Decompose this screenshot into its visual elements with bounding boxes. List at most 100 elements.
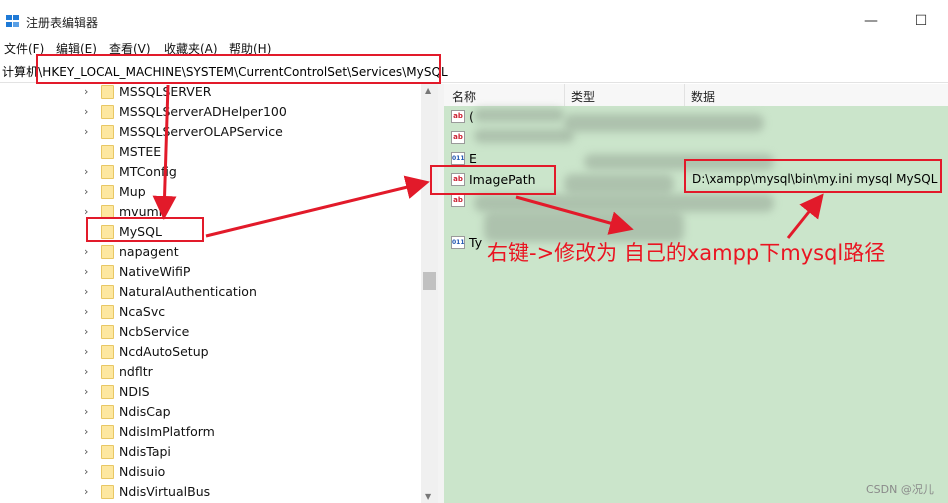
regedit-app-icon xyxy=(6,15,20,28)
folder-icon xyxy=(101,445,114,459)
chevron-right-icon[interactable]: › xyxy=(84,85,88,98)
chevron-right-icon[interactable]: › xyxy=(84,485,88,498)
values-pane[interactable]: 名称 类型 数据 ab ( ab 011 E ab ImagePath D:\x… xyxy=(444,84,948,503)
tree-item-label: NcdAutoSetup xyxy=(119,344,209,359)
chevron-right-icon[interactable]: › xyxy=(84,265,88,278)
redacted-region xyxy=(474,129,574,143)
string-value-icon: ab xyxy=(451,110,465,123)
chevron-right-icon[interactable]: › xyxy=(84,345,88,358)
chevron-right-icon[interactable]: › xyxy=(84,185,88,198)
redacted-region xyxy=(474,108,564,122)
tree-item[interactable]: › MSSQLSERVER xyxy=(0,84,420,102)
tree-item-label: NdisTapi xyxy=(119,444,171,459)
tree-item-label: ndfltr xyxy=(119,364,153,379)
tree-item[interactable]: › NdisTapi xyxy=(0,442,420,462)
tree-item[interactable]: › mvumi xyxy=(0,202,420,222)
registry-key-tree[interactable]: › MSSQLSERVER › MSSQLServerADHelper100 › MS… xyxy=(0,84,438,503)
tree-item-label: MSSQLServerOLAPService xyxy=(119,124,283,139)
string-value-icon: ab xyxy=(451,194,465,207)
highlight-address-box xyxy=(36,54,441,84)
tree-item-label: NcaSvc xyxy=(119,304,166,319)
folder-icon xyxy=(101,345,114,359)
tree-item-label: MSSQLServerADHelper100 xyxy=(119,104,287,119)
tree-item-label: Ndisuio xyxy=(119,464,166,479)
tree-item-label: MSTEE xyxy=(119,144,162,159)
chevron-right-icon[interactable]: › xyxy=(84,285,88,298)
chevron-right-icon[interactable]: › xyxy=(84,165,88,178)
tree-item[interactable]: › napagent xyxy=(0,242,420,262)
tree-item-label: NaturalAuthentication xyxy=(119,284,257,299)
chevron-right-icon[interactable]: › xyxy=(84,425,88,438)
string-value-icon: ab xyxy=(451,131,465,144)
scroll-up-arrow-icon[interactable]: ▲ xyxy=(425,86,431,95)
folder-icon xyxy=(101,145,114,159)
maximize-button[interactable]: ☐ xyxy=(906,10,936,32)
chevron-right-icon[interactable]: › xyxy=(84,365,88,378)
tree-item-label: NcbService xyxy=(119,324,190,339)
tree-item[interactable]: › Mup xyxy=(0,182,420,202)
binary-value-icon: 011 xyxy=(451,236,465,249)
folder-icon xyxy=(101,425,114,439)
highlight-data-box xyxy=(684,159,942,193)
tree-item[interactable]: › NdisImPlatform xyxy=(0,422,420,442)
column-header-name[interactable]: 名称 xyxy=(444,84,565,106)
minimize-button[interactable]: — xyxy=(856,10,886,32)
folder-icon xyxy=(101,125,114,139)
tree-item[interactable]: MSTEE xyxy=(0,142,420,162)
tree-item-label: NDIS xyxy=(119,384,150,399)
tree-item[interactable]: › NaturalAuthentication xyxy=(0,282,420,302)
tree-item[interactable]: › NativeWifiP xyxy=(0,262,420,282)
scrollbar-thumb[interactable] xyxy=(423,272,436,290)
tree-item-label: MTConfig xyxy=(119,164,177,179)
folder-icon xyxy=(101,285,114,299)
chevron-right-icon[interactable]: › xyxy=(84,245,88,258)
tree-item[interactable]: › Ndisuio xyxy=(0,462,420,482)
chevron-right-icon[interactable]: › xyxy=(84,105,88,118)
folder-icon xyxy=(101,165,114,179)
folder-icon xyxy=(101,325,114,339)
tree-item[interactable]: › MSSQLServerADHelper100 xyxy=(0,102,420,122)
folder-icon xyxy=(101,85,114,99)
highlight-imagepath-box xyxy=(430,165,556,195)
chevron-right-icon[interactable]: › xyxy=(84,125,88,138)
folder-icon xyxy=(101,465,114,479)
folder-icon xyxy=(101,385,114,399)
tree-item[interactable]: › MTConfig xyxy=(0,162,420,182)
value-name: ( xyxy=(469,109,474,124)
tree-item-mysql[interactable]: MySQL xyxy=(0,222,420,242)
redacted-region xyxy=(564,114,764,132)
tree-item[interactable]: › NcdAutoSetup xyxy=(0,342,420,362)
chevron-right-icon[interactable]: › xyxy=(84,305,88,318)
window-title: 注册表编辑器 xyxy=(26,16,99,30)
folder-icon xyxy=(101,365,114,379)
tree-item[interactable]: › NDIS xyxy=(0,382,420,402)
tree-item-label: NdisCap xyxy=(119,404,171,419)
chevron-right-icon[interactable]: › xyxy=(84,405,88,418)
value-name: Ty xyxy=(469,235,483,250)
watermark: CSDN @况儿 xyxy=(866,483,934,496)
chevron-right-icon[interactable]: › xyxy=(84,325,88,338)
tree-item-label: MSSQLSERVER xyxy=(119,84,212,99)
chevron-right-icon[interactable]: › xyxy=(84,445,88,458)
binary-value-icon: 011 xyxy=(451,152,465,165)
tree-item[interactable]: › MSSQLServerOLAPService xyxy=(0,122,420,142)
folder-icon xyxy=(101,405,114,419)
tree-scrollbar[interactable]: ▲ ▼ xyxy=(421,84,438,503)
tree-item[interactable]: › NdisCap xyxy=(0,402,420,422)
value-name: E xyxy=(469,151,477,166)
chevron-right-icon[interactable]: › xyxy=(84,465,88,478)
annotation-text: 右键->修改为 自己的xampp下mysql路径 xyxy=(487,241,886,265)
chevron-right-icon[interactable]: › xyxy=(84,385,88,398)
tree-item[interactable]: › NdisVirtualBus xyxy=(0,482,420,502)
tree-item[interactable]: › NcbService xyxy=(0,322,420,342)
folder-icon xyxy=(101,305,114,319)
scroll-down-arrow-icon[interactable]: ▼ xyxy=(425,492,431,501)
tree-item-label: NativeWifiP xyxy=(119,264,191,279)
tree-item-label: napagent xyxy=(119,244,179,259)
tree-item[interactable]: › NcaSvc xyxy=(0,302,420,322)
tree-item-label: NdisVirtualBus xyxy=(119,484,211,499)
tree-item[interactable]: › ndfltr xyxy=(0,362,420,382)
column-header-type[interactable]: 类型 xyxy=(565,84,685,106)
column-header-data[interactable]: 数据 xyxy=(685,84,948,106)
folder-icon xyxy=(101,185,114,199)
